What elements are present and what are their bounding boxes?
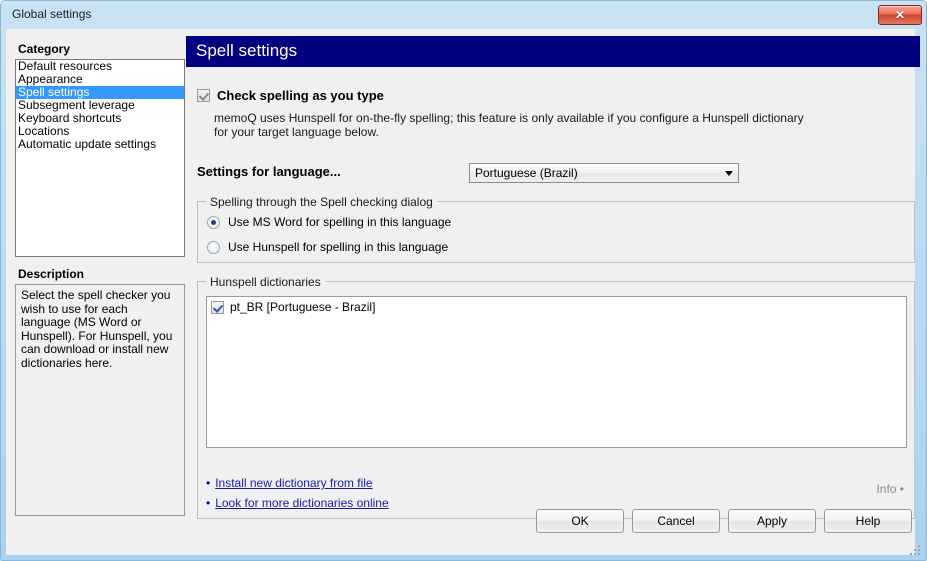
client-area: Category Default resources Appearance Sp… xyxy=(6,29,920,555)
spelling-method-group: Spelling through the Spell checking dial… xyxy=(197,195,915,263)
radio-row-ms-word[interactable]: Use MS Word for spelling in this languag… xyxy=(207,215,451,229)
look-for-dictionaries-row[interactable]: • Look for more dictionaries online xyxy=(206,496,389,510)
install-dictionary-row[interactable]: • Install new dictionary from file xyxy=(206,476,373,490)
dictionary-list[interactable]: pt_BR [Portuguese - Brazil] xyxy=(206,296,907,448)
check-spelling-label: Check spelling as you type xyxy=(217,88,384,103)
description-box: Select the spell checker you wish to use… xyxy=(15,284,185,516)
chevron-down-icon[interactable] xyxy=(720,171,738,176)
install-new-dictionary-link[interactable]: Install new dictionary from file xyxy=(215,476,372,490)
close-icon: ✕ xyxy=(894,8,906,22)
category-list[interactable]: Default resources Appearance Spell setti… xyxy=(15,59,185,257)
bullet-icon: • xyxy=(206,496,211,510)
resize-grip-icon[interactable] xyxy=(908,543,922,557)
spelling-method-legend: Spelling through the Spell checking dial… xyxy=(206,195,437,209)
hunspell-dictionaries-legend: Hunspell dictionaries xyxy=(206,275,325,289)
sidebar-item-automatic-update-settings[interactable]: Automatic update settings xyxy=(16,138,184,151)
dictionary-label: pt_BR [Portuguese - Brazil] xyxy=(230,300,376,314)
radio-ms-word-label: Use MS Word for spelling in this languag… xyxy=(228,215,452,229)
description-label: Description xyxy=(18,267,85,281)
close-button[interactable]: ✕ xyxy=(878,5,922,25)
helper-text: memoQ uses Hunspell for on-the-fly spell… xyxy=(214,111,804,139)
ok-button[interactable]: OK xyxy=(536,509,624,533)
look-for-more-dictionaries-link[interactable]: Look for more dictionaries online xyxy=(215,496,388,510)
settings-panel: Spell settings Check spelling as you typ… xyxy=(186,29,920,555)
dictionary-checkbox[interactable] xyxy=(211,300,224,314)
check-spelling-checkbox[interactable] xyxy=(197,89,210,102)
category-label: Category xyxy=(18,42,71,56)
info-label[interactable]: Info • xyxy=(876,482,904,496)
title-bar: Global settings ✕ xyxy=(1,1,927,29)
list-item[interactable]: pt_BR [Portuguese - Brazil] xyxy=(211,300,902,314)
language-select[interactable]: Portuguese (Brazil) xyxy=(469,163,739,183)
radio-hunspell-label: Use Hunspell for spelling in this langua… xyxy=(228,240,449,254)
check-spelling-row[interactable]: Check spelling as you type xyxy=(197,88,384,103)
dialog-window: Global settings ✕ Category Default resou… xyxy=(0,0,927,561)
hunspell-dictionaries-group: Hunspell dictionaries pt_BR [Portuguese … xyxy=(197,275,915,519)
panel-header: Spell settings xyxy=(186,36,920,67)
help-button[interactable]: Help xyxy=(824,509,912,533)
cancel-button[interactable]: Cancel xyxy=(632,509,720,533)
radio-hunspell[interactable] xyxy=(207,240,220,254)
settings-for-language-label: Settings for language... xyxy=(197,164,341,179)
radio-row-hunspell[interactable]: Use Hunspell for spelling in this langua… xyxy=(207,240,448,254)
radio-ms-word[interactable] xyxy=(207,215,220,229)
description-text: Select the spell checker you wish to use… xyxy=(21,288,173,370)
window-title: Global settings xyxy=(12,7,92,21)
language-select-value: Portuguese (Brazil) xyxy=(475,166,578,180)
apply-button[interactable]: Apply xyxy=(728,509,816,533)
page-title: Spell settings xyxy=(196,41,298,60)
bullet-icon: • xyxy=(206,476,211,490)
